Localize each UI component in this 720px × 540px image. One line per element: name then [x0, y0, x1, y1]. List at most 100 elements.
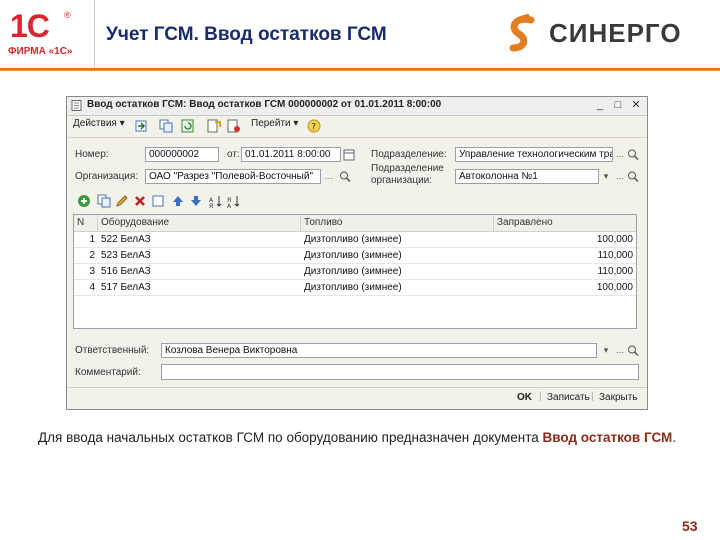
- comment-field[interactable]: [161, 364, 639, 380]
- number-field[interactable]: 000000002: [145, 147, 219, 162]
- close-button[interactable]: Закрыть: [599, 392, 638, 403]
- open-search-icon[interactable]: [627, 344, 639, 357]
- close-icon[interactable]: ✕: [629, 98, 643, 112]
- chevron-down-icon[interactable]: ▾: [600, 344, 612, 357]
- svg-text:?: ?: [311, 123, 316, 133]
- row-equipment: 523 БелАЗ: [101, 250, 151, 261]
- org-field[interactable]: ОАО "Разрез "Полевой-Восточный": [145, 169, 321, 184]
- 1c-logo: 1С ® ФИРМА «1С»: [8, 8, 78, 58]
- row-amount: 110,000: [597, 266, 633, 277]
- orgdiv-label-line1: Подразделение: [371, 163, 444, 174]
- division-field[interactable]: Управление технологическим тра: [455, 147, 613, 162]
- ok-button[interactable]: OK: [517, 392, 532, 403]
- equipment-table: N Оборудование Топливо Заправлено 1 522 …: [73, 214, 637, 329]
- row-fuel: Дизтопливо (зимнее): [304, 282, 402, 293]
- toolbar: Действия ▾ Перейти ▾ ?: [67, 115, 647, 138]
- window-footer: OK | Записать | Закрыть: [67, 387, 647, 410]
- header-underline: [0, 68, 720, 71]
- sort-ascending-icon[interactable]: AЯ: [209, 194, 223, 208]
- add-row-icon[interactable]: [77, 194, 91, 208]
- comment-label: Комментарий:: [75, 367, 141, 378]
- actions-menu[interactable]: Действия ▾: [73, 118, 125, 129]
- open-search-icon[interactable]: [627, 148, 639, 161]
- caption-end: .: [672, 430, 677, 445]
- from-label: от:: [227, 149, 240, 160]
- maximize-icon[interactable]: □: [611, 98, 625, 112]
- actions-menu-label: Действия: [73, 118, 117, 129]
- copy-document-icon[interactable]: [159, 119, 173, 133]
- row-amount: 100,000: [596, 234, 633, 245]
- date-field[interactable]: 01.01.2011 8:00:00: [241, 147, 341, 162]
- row-fuel: Дизтопливо (зимнее): [304, 234, 402, 245]
- column-header-equipment[interactable]: Оборудование: [98, 215, 301, 232]
- open-search-icon[interactable]: [339, 170, 351, 183]
- sinergo-mark-icon: [509, 14, 535, 52]
- org-label: Организация:: [75, 171, 139, 182]
- page-number: 53: [682, 518, 698, 534]
- move-up-icon[interactable]: [171, 194, 185, 208]
- row-equipment: 517 БелАЗ: [101, 282, 151, 293]
- responsible-field[interactable]: Козлова Венера Викторовна: [161, 343, 597, 358]
- row-number: 3: [89, 266, 95, 277]
- button-separator: |: [591, 391, 594, 402]
- sinergo-logo: СИНЕРГО: [505, 14, 710, 54]
- calendar-icon[interactable]: [343, 148, 355, 161]
- svg-text:Я: Я: [209, 203, 213, 208]
- column-header-amount[interactable]: Заправлено: [494, 215, 636, 232]
- minimize-icon[interactable]: _: [593, 98, 607, 112]
- open-search-icon[interactable]: [627, 170, 639, 183]
- registered-mark: ®: [64, 10, 71, 20]
- dots-icon[interactable]: …: [323, 170, 335, 183]
- row-amount: 110,000: [597, 250, 633, 261]
- row-fuel: Дизтопливо (зимнее): [304, 266, 402, 277]
- row-equipment: 516 БелАЗ: [101, 266, 151, 277]
- structure-icon[interactable]: [207, 119, 221, 133]
- row-equipment: 522 БелАЗ: [101, 234, 151, 245]
- slide-caption: Для ввода начальных остатков ГСМ по обор…: [38, 428, 688, 447]
- header-divider: [94, 0, 95, 68]
- window-title: Ввод остатков ГСМ: Ввод остатков ГСМ 000…: [87, 99, 442, 110]
- chevron-down-icon[interactable]: ▾: [600, 170, 612, 183]
- copy-row-icon[interactable]: [97, 194, 111, 208]
- orgdiv-label-line2: организации:: [371, 175, 433, 186]
- table-row[interactable]: 3 516 БелАЗ Дизтопливо (зимнее) 110,000: [74, 264, 636, 280]
- caption-text: Для ввода начальных остатков ГСМ по обор…: [38, 430, 543, 445]
- print-icon[interactable]: [227, 119, 241, 133]
- row-amount: 100,000: [596, 282, 633, 293]
- row-fuel: Дизтопливо (зимнее): [304, 250, 402, 261]
- 1c-firm-text: ФИРМА «1С»: [8, 46, 73, 57]
- delete-row-icon[interactable]: [133, 194, 147, 208]
- save-button[interactable]: Записать: [547, 392, 590, 403]
- dots-icon[interactable]: …: [614, 344, 626, 357]
- refresh-icon[interactable]: [181, 119, 195, 133]
- table-row[interactable]: 4 517 БелАЗ Дизтопливо (зимнее) 100,000: [74, 280, 636, 296]
- row-number: 2: [89, 250, 95, 261]
- document-window: Ввод остатков ГСМ: Ввод остатков ГСМ 000…: [66, 96, 648, 410]
- dots-icon[interactable]: …: [614, 170, 626, 183]
- window-titlebar: Ввод остатков ГСМ: Ввод остатков ГСМ 000…: [67, 97, 647, 116]
- division-label: Подразделение:: [371, 149, 447, 160]
- document-icon: [71, 100, 82, 111]
- button-separator: |: [539, 391, 542, 402]
- table-row[interactable]: 2 523 БелАЗ Дизтопливо (зимнее) 110,000: [74, 248, 636, 264]
- goto-menu[interactable]: Перейти ▾: [251, 118, 298, 129]
- table-row[interactable]: 1 522 БелАЗ Дизтопливо (зимнее) 100,000: [74, 232, 636, 248]
- table-toolbar: AЯ ЯA: [73, 193, 373, 211]
- orgdiv-field[interactable]: Автоколонна №1: [455, 169, 599, 184]
- column-header-n[interactable]: N: [74, 215, 98, 232]
- column-header-fuel[interactable]: Топливо: [301, 215, 494, 232]
- slide-title: Учет ГСМ. Ввод остатков ГСМ: [106, 24, 387, 45]
- dots-icon[interactable]: …: [614, 148, 626, 161]
- end-edit-icon[interactable]: [151, 194, 165, 208]
- goto-menu-label: Перейти: [251, 118, 291, 129]
- svg-text:A: A: [227, 203, 232, 208]
- move-down-icon[interactable]: [189, 194, 203, 208]
- sort-descending-icon[interactable]: ЯA: [227, 194, 241, 208]
- edit-icon[interactable]: [115, 194, 129, 208]
- sinergo-logo-text: СИНЕРГО: [549, 18, 682, 48]
- post-document-icon[interactable]: [135, 119, 149, 133]
- responsible-label: Ответственный:: [75, 345, 150, 356]
- help-icon[interactable]: ?: [307, 119, 321, 133]
- slide-header: 1С ® ФИРМА «1С» Учет ГСМ. Ввод остатков …: [0, 0, 720, 68]
- caption-highlight: Ввод остатков ГСМ: [542, 430, 673, 445]
